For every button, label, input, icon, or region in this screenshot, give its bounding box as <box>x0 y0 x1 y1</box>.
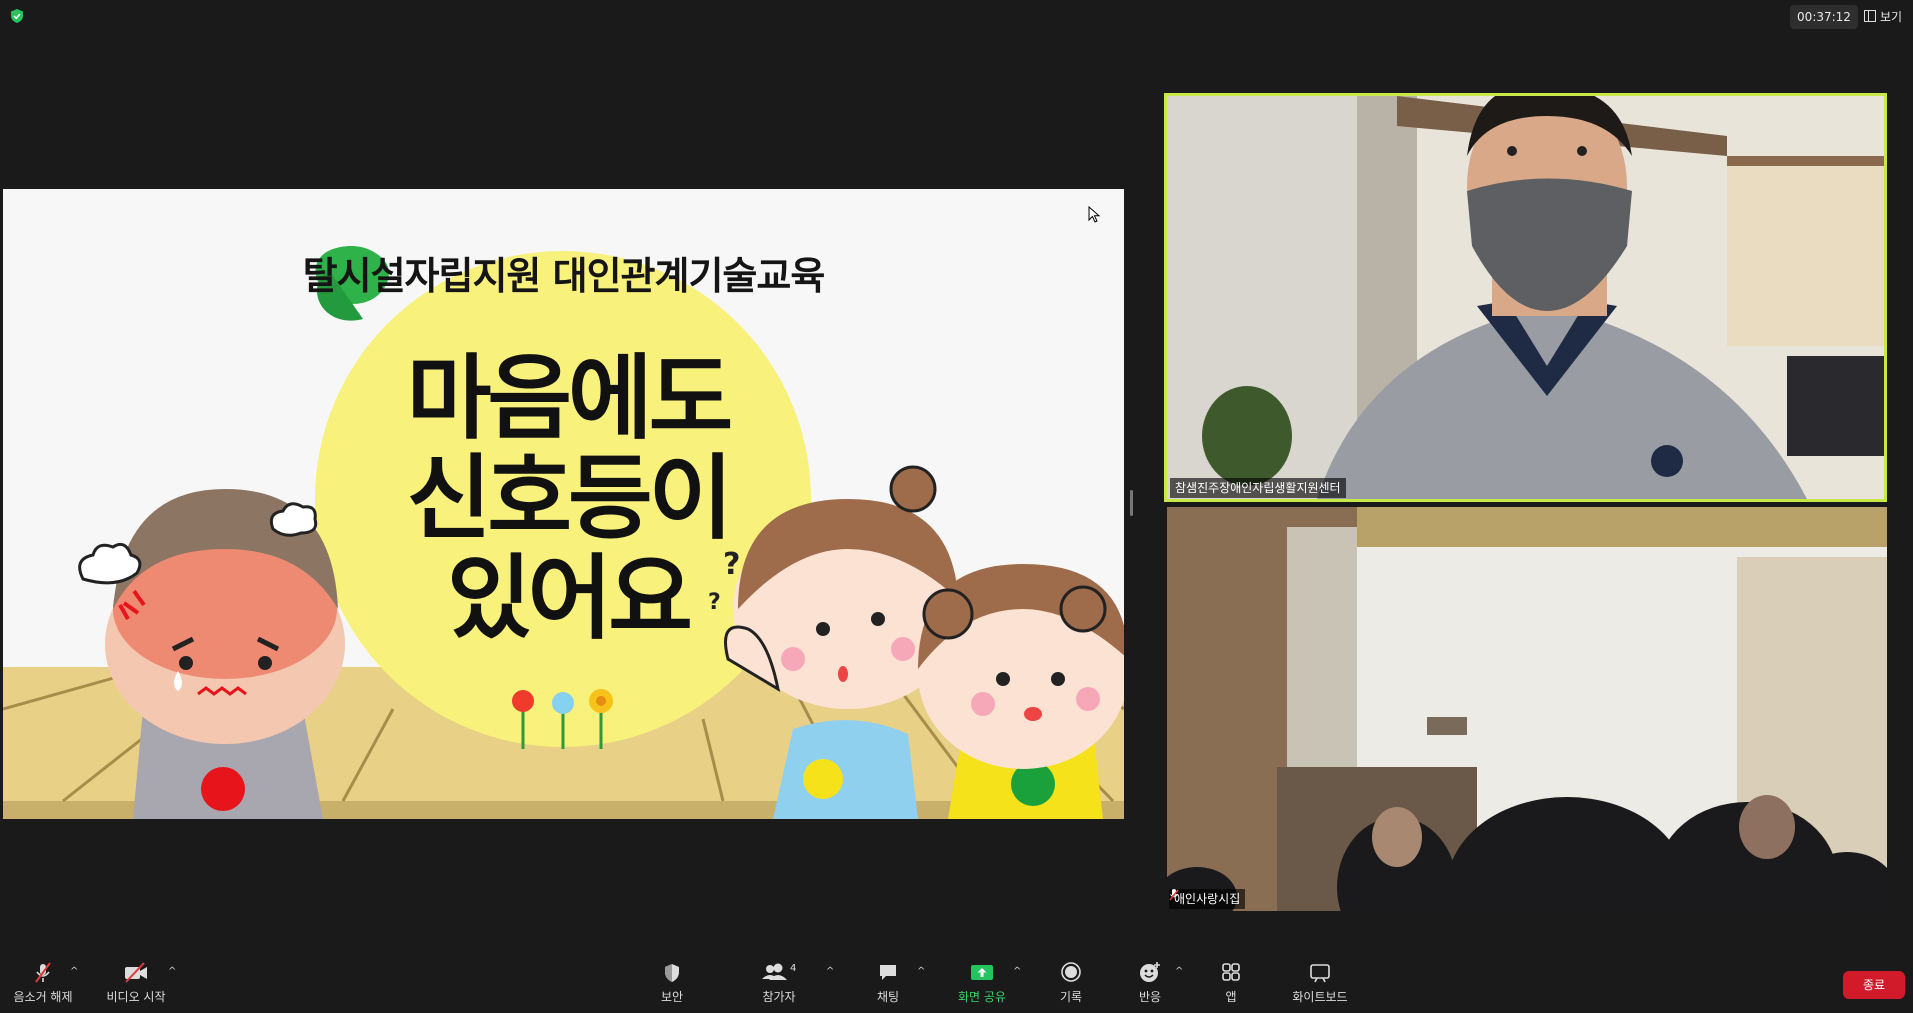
participants-button[interactable]: 4 참가자 <box>752 960 806 1010</box>
audio-options-caret[interactable]: ^ <box>70 966 78 977</box>
shared-screen: ? ? 탈시설자립지원 대인관계기술교육 마음에도 신호등이 있어요 <box>3 189 1124 819</box>
reactions-button[interactable]: 반응 <box>1130 960 1170 1010</box>
record-icon <box>1061 962 1081 982</box>
chat-button[interactable]: 채팅 <box>868 960 908 1010</box>
mouse-cursor-icon <box>1088 206 1101 223</box>
apps-button[interactable]: 앱 <box>1213 960 1249 1010</box>
share-screen-icon <box>971 965 993 980</box>
participants-label: 참가자 <box>762 990 796 1004</box>
participant-video-1 <box>1167 96 1884 499</box>
grid-view-icon <box>1864 10 1876 22</box>
unmute-label: 음소거 해제 <box>13 990 73 1004</box>
chat-bubble-icon <box>880 965 896 980</box>
apps-label: 앱 <box>1225 990 1237 1004</box>
share-screen-label: 화면 공유 <box>958 990 1006 1004</box>
security-button[interactable]: 보안 <box>652 960 692 1010</box>
video-tile-2[interactable]: 애인사랑시집 <box>1167 507 1887 911</box>
view-button[interactable]: 보기 <box>1864 5 1902 29</box>
start-video-button[interactable]: 비디오 시작 <box>98 960 174 1010</box>
whiteboard-label: 화이트보드 <box>1292 990 1348 1004</box>
share-screen-button[interactable]: 화면 공유 <box>952 960 1012 1010</box>
security-shield-icon <box>665 964 679 982</box>
slide-title: 탈시설자립지원 대인관계기술교육 <box>302 254 826 298</box>
slide-line-1: 마음에도 <box>406 345 734 452</box>
meeting-timer: 00:37:12 <box>1790 5 1858 29</box>
smiley-icon <box>1140 962 1160 982</box>
participant-name-1: 참샘진주장애인자립생활지원센터 <box>1170 478 1346 498</box>
split-resize-handle[interactable] <box>1130 490 1133 516</box>
chat-label: 채팅 <box>876 990 900 1004</box>
participants-icon: 4 <box>762 963 796 980</box>
whiteboard-icon <box>1310 964 1330 983</box>
video-off-icon <box>125 962 147 983</box>
record-button[interactable]: 기록 <box>1051 960 1091 1010</box>
bottom-toolbar: 음소거 해제 ^ 비디오 시작 ^ 보안 4 참가자 ^ 채팅 ^ 화면 공유 … <box>0 950 1913 1013</box>
participants-count: 4 <box>790 963 796 974</box>
share-options-caret[interactable]: ^ <box>1013 966 1021 977</box>
end-meeting-button[interactable]: 종료 <box>1843 971 1905 999</box>
mic-muted-icon <box>35 962 51 983</box>
mic-muted-icon <box>1169 889 1179 901</box>
top-bar: 00:37:12 보기 <box>0 0 1913 34</box>
view-label: 보기 <box>1880 10 1903 24</box>
start-video-label: 비디오 시작 <box>106 990 166 1004</box>
slide-main-text: 마음에도 신호등이 있어요 <box>333 349 803 649</box>
apps-icon <box>1222 963 1240 981</box>
participants-options-caret[interactable]: ^ <box>826 966 834 977</box>
video-options-caret[interactable]: ^ <box>168 966 176 977</box>
whiteboard-button[interactable]: 화이트보드 <box>1284 960 1356 1010</box>
participant-video-2 <box>1167 507 1887 911</box>
slide-line-2: 신호등이 <box>406 445 734 552</box>
chat-options-caret[interactable]: ^ <box>917 966 925 977</box>
participant-name-2-label: 애인사랑시집 <box>1174 892 1241 906</box>
record-label: 기록 <box>1059 990 1083 1004</box>
shield-check-icon[interactable] <box>9 8 25 24</box>
reactions-options-caret[interactable]: ^ <box>1175 966 1183 977</box>
reactions-label: 반응 <box>1138 990 1162 1004</box>
video-tile-1[interactable]: 참샘진주장애인자립생활지원센터 <box>1164 93 1887 502</box>
slide-line-3: 있어요 <box>447 545 693 652</box>
security-label: 보안 <box>660 990 684 1004</box>
participant-name-2: 애인사랑시집 <box>1169 889 1246 909</box>
